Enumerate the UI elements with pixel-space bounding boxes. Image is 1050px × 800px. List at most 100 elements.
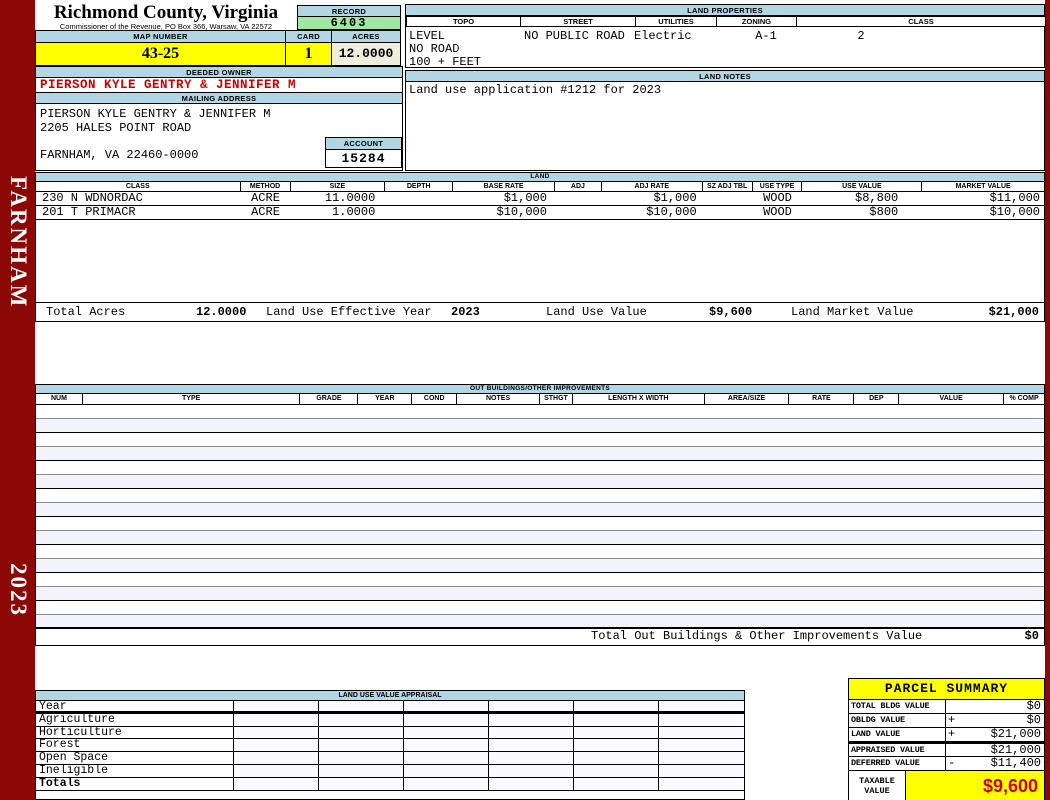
appraisal-empty-cell: [319, 752, 404, 764]
land-use-value-label: Land Use Value: [546, 305, 647, 319]
appraisal-empty-cell: [319, 726, 404, 739]
land-header-depth: DEPTH: [385, 182, 454, 191]
out-building-empty-row: [36, 489, 1044, 503]
out-building-empty-row: [36, 545, 1044, 559]
appraisal-row-label: Year: [36, 701, 234, 712]
account-value: 15284: [325, 149, 402, 168]
summary-operator: +: [948, 713, 956, 727]
summary-amount: $21,000: [990, 727, 1041, 741]
out-building-empty-row: [36, 461, 1044, 475]
appraisal-empty-cell: [234, 701, 319, 711]
lp-topo-line1: LEVEL: [409, 29, 446, 43]
out-buildings-header-row: NUM TYPE GRADE YEAR COND NOTES STHGT LEN…: [36, 394, 1044, 405]
land-cell: [555, 206, 602, 219]
taxable-value-amount: $9,600: [906, 771, 1044, 800]
land-cell: ACRE: [251, 192, 280, 205]
acres-value: 12.0000: [331, 42, 401, 66]
appraisal-empty-cell: [489, 777, 574, 790]
land-market-value-label: Land Market Value: [791, 305, 914, 319]
appraisal-empty-cell: [404, 701, 489, 711]
appraisal-empty-cell: [319, 701, 404, 711]
land-use-value: $9,600: [709, 305, 753, 319]
summary-row: OBLDG VALUE + $0: [849, 714, 1044, 728]
land-notes-text: Land use application #1212 for 2023: [409, 83, 662, 97]
appraisal-empty-cell: [574, 752, 659, 764]
appraisal-empty-cell: [404, 777, 489, 790]
appraisal-empty-cell: [574, 726, 659, 739]
land-header-use-value: USE VALUE: [802, 182, 923, 191]
ob-total-value: $0: [1024, 629, 1039, 643]
land-cell: [555, 192, 602, 205]
effective-year-value: 2023: [451, 305, 480, 319]
summary-row-value: $0: [946, 700, 1044, 713]
year-sidebar-label: 2023: [6, 563, 31, 617]
summary-amount: $0: [1026, 713, 1041, 727]
out-building-empty-row: [36, 517, 1044, 531]
out-buildings-table: OUT BUILDINGS/OTHER IMPROVEMENTS NUM TYP…: [35, 384, 1045, 646]
summary-row: DEFERRED VALUE - $11,400: [849, 757, 1044, 771]
land-cell: $1,000: [503, 192, 547, 205]
ob-header-year: YEAR: [358, 394, 413, 404]
summary-row-label: LAND VALUE: [849, 728, 946, 741]
lp-street-value: NO PUBLIC ROAD: [524, 29, 625, 43]
land-header-use-type: USE TYPE: [753, 182, 803, 191]
taxable-label-line2: VALUE: [864, 785, 890, 796]
ob-header-notes: NOTES: [457, 394, 540, 404]
summary-operator: -: [948, 756, 956, 770]
ob-header-comp: % COMP: [1009, 395, 1039, 402]
appraisal-empty-cell: [659, 726, 744, 739]
appraisal-empty-cell: [574, 739, 659, 752]
land-cell: [703, 192, 753, 205]
lp-topo-line2: NO ROAD: [409, 42, 460, 56]
appraisal-row: Forest: [36, 739, 744, 753]
land-header-size: SIZE: [291, 182, 386, 191]
ob-header-cond: COND: [412, 394, 458, 404]
out-buildings-title: OUT BUILDINGS/OTHER IMPROVEMENTS: [36, 385, 1044, 394]
lp-utilities-value: Electric: [634, 29, 692, 43]
appraisal-empty-cell: [404, 764, 489, 777]
summary-row-label: DEFERRED VALUE: [849, 757, 946, 770]
summary-row: LAND VALUE + $21,000: [849, 728, 1044, 742]
appraisal-row: Totals: [36, 777, 744, 791]
land-row: 201 T PRIMACR ACRE 1.0000 $10,000 $10,00…: [36, 206, 1044, 220]
out-building-empty-row: [36, 559, 1044, 573]
appraisal-row: Year: [36, 701, 744, 714]
appraisal-row-label: Agriculture: [36, 713, 234, 726]
land-cell: $10,000: [646, 206, 697, 219]
appraisal-empty-cell: [234, 764, 319, 777]
out-buildings-total-row: Total Out Buildings & Other Improvements…: [36, 627, 1044, 645]
land-title: LAND: [36, 173, 1044, 182]
land-cell: $10,000: [496, 206, 547, 219]
out-building-empty-row: [36, 573, 1044, 587]
summary-row-label: TOTAL BLDG VALUE: [849, 700, 946, 713]
summary-amount: $0: [1026, 699, 1041, 713]
appraisal-empty-cell: [659, 713, 744, 726]
record-value: 6403: [297, 16, 401, 30]
appraisal-row-label: Totals: [36, 777, 234, 790]
county-title: Richmond County, Virginia: [53, 2, 279, 23]
appraisal-empty-cell: [489, 701, 574, 711]
lp-class-value: 2: [857, 29, 865, 43]
lp-header-class: CLASS: [796, 16, 1046, 27]
ob-header-dep: DEP: [854, 394, 900, 404]
appraisal-empty-cell: [319, 777, 404, 790]
appraisal-empty-cell: [319, 713, 404, 726]
land-header-method: METHOD: [241, 182, 291, 191]
summary-row-label: APPRAISED VALUE: [849, 744, 946, 756]
district-sidebar-label: FARNHAM: [6, 176, 31, 309]
taxable-value-label: TAXABLE VALUE: [849, 771, 906, 800]
summary-row-value: + $0: [946, 714, 1044, 727]
land-row: 230 N WDNORDAC ACRE 11.0000 $1,000 $1,00…: [36, 192, 1044, 206]
taxable-label-line1: TAXABLE: [859, 775, 895, 786]
out-building-empty-row: [36, 419, 1044, 433]
land-market-value: $21,000: [988, 305, 1039, 319]
ob-header-value: VALUE: [899, 394, 1005, 404]
land-cell: $10,000: [989, 206, 1040, 219]
appraisal-row-label: Ineligible: [36, 765, 234, 777]
county-header: Richmond County, Virginia Commissioner o…: [35, 2, 297, 32]
land-cell: 230 N WDNORDAC: [42, 192, 143, 205]
appraisal-empty-cell: [489, 764, 574, 777]
summary-row-value: - $11,400: [946, 757, 1044, 770]
summary-row-label: OBLDG VALUE: [849, 714, 946, 727]
ob-header-length-width: LENGTH X WIDTH: [573, 394, 705, 404]
